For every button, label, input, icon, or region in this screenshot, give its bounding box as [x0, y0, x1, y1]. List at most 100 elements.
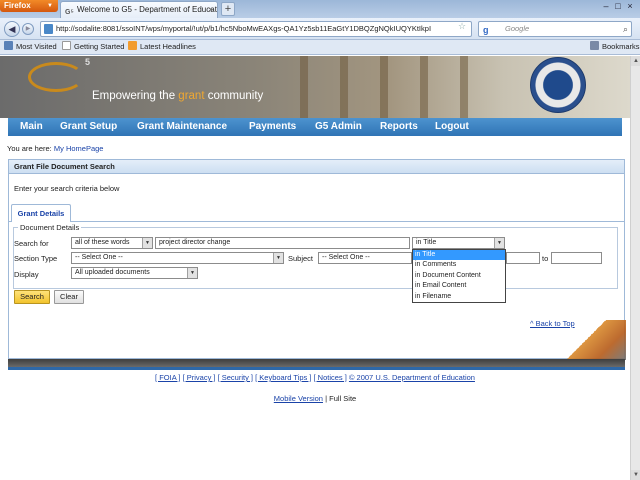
- menu-g5-admin[interactable]: G5 Admin: [315, 118, 362, 136]
- close-tab-icon[interactable]: ×: [208, 2, 213, 18]
- date-from-input[interactable]: [506, 252, 540, 264]
- footer-link-notices[interactable]: [ Notices ]: [314, 373, 347, 382]
- page-scrollbar[interactable]: ▲ ▼: [630, 56, 640, 480]
- section-type-select[interactable]: -- Select One -- ▼: [71, 252, 284, 264]
- browser-tab-bar: Firefox ▼ G⁵ Welcome to G5 - Department …: [0, 0, 640, 18]
- forward-icon[interactable]: ▶: [22, 23, 34, 35]
- browser-tab-title: Welcome to G5 - Department of Educatio..…: [77, 5, 218, 14]
- panel-title: Grant File Document Search: [9, 160, 624, 174]
- footer-link-privacy[interactable]: [ Privacy ]: [183, 373, 216, 382]
- browser-search-input[interactable]: g Google ⌕: [478, 21, 632, 37]
- scope-option-in-filename[interactable]: in Filename: [413, 292, 505, 302]
- footer-bar: [8, 359, 625, 367]
- firefox-menu-label: Firefox: [4, 1, 31, 10]
- search-scope-dropdown-list: in Title in Comments in Document Content…: [412, 249, 506, 303]
- menu-reports[interactable]: Reports: [380, 118, 418, 136]
- mobile-version-link[interactable]: Mobile Version: [274, 394, 323, 403]
- g5-logo: 5: [28, 57, 90, 92]
- bookmark-latest-headlines[interactable]: Latest Headlines: [128, 40, 196, 54]
- menu-grant-setup[interactable]: Grant Setup: [60, 118, 117, 136]
- search-scope-select[interactable]: in Title ▼: [412, 237, 505, 249]
- url-text: http://sodalite:8081/ssoINT/wps/myportal…: [56, 24, 432, 33]
- chevron-down-icon: ▼: [273, 253, 283, 263]
- search-button[interactable]: Search: [14, 290, 50, 304]
- menu-grant-maintenance[interactable]: Grant Maintenance: [137, 118, 227, 136]
- bookmark-getting-started[interactable]: Getting Started: [62, 40, 124, 54]
- site-version-switch: Mobile Version | Full Site: [0, 394, 630, 403]
- banner-decoration: [460, 56, 468, 118]
- banner-decoration: [340, 56, 348, 118]
- tab-divider: [9, 221, 624, 222]
- tab-grant-details[interactable]: Grant Details: [11, 204, 71, 222]
- maximize-icon[interactable]: □: [612, 1, 624, 11]
- search-text-value: project director change: [159, 239, 231, 246]
- page-icon: [62, 41, 71, 50]
- breadcrumb-prefix: You are here:: [7, 144, 52, 153]
- browser-tab[interactable]: G⁵ Welcome to G5 - Department of Educati…: [60, 1, 218, 18]
- scope-option-in-title[interactable]: in Title: [413, 250, 505, 261]
- match-mode-value: all of these words: [75, 239, 130, 246]
- subject-label: Subject: [288, 254, 314, 263]
- section-type-value: -- Select One --: [75, 254, 123, 261]
- scope-option-in-document-content[interactable]: in Document Content: [413, 271, 505, 281]
- banner-decoration: [300, 56, 308, 118]
- chevron-down-icon: ▼: [47, 3, 53, 9]
- bookmark-most-visited[interactable]: Most Visited: [4, 40, 57, 54]
- banner-decoration: [380, 56, 388, 118]
- bookmarks-toolbar: Most Visited Getting Started Latest Head…: [0, 40, 640, 55]
- subject-select[interactable]: -- Select One --: [318, 252, 412, 264]
- display-label: Display: [14, 270, 39, 279]
- page-viewport: 5 Empowering the grant community Main Gr…: [0, 56, 630, 480]
- date-to-input[interactable]: [551, 252, 602, 264]
- tagline-post: community: [204, 90, 264, 102]
- search-icon[interactable]: ⌕: [623, 22, 628, 36]
- breadcrumb: You are here: My HomePage: [7, 144, 103, 153]
- g5-banner: 5 Empowering the grant community: [0, 56, 630, 118]
- bookmarks-menu[interactable]: Bookmarks: [590, 40, 640, 54]
- tagline-highlight: grant: [178, 90, 205, 102]
- footer-link-foia[interactable]: [ FOIA ]: [155, 373, 180, 382]
- breadcrumb-home-link[interactable]: My HomePage: [54, 144, 104, 153]
- back-icon[interactable]: ◀: [4, 21, 20, 37]
- new-tab-button[interactable]: +: [221, 2, 235, 16]
- bookmark-label: Most Visited: [16, 42, 57, 51]
- bookmarks-icon: [590, 41, 599, 50]
- bookmark-label: Getting Started: [74, 42, 125, 51]
- fieldset-legend: Document Details: [18, 223, 82, 232]
- back-to-top-link[interactable]: ^ Back to Top: [530, 319, 575, 328]
- bookmark-star-icon[interactable]: ☆: [458, 21, 466, 32]
- url-bar[interactable]: http://sodalite:8081/ssoINT/wps/myportal…: [40, 21, 472, 37]
- display-select[interactable]: All uploaded documents ▼: [71, 267, 198, 279]
- banner-decoration: [420, 56, 428, 118]
- bookmarks-menu-label: Bookmarks: [602, 42, 640, 51]
- scroll-up-icon[interactable]: ▲: [631, 56, 640, 66]
- menu-payments[interactable]: Payments: [249, 118, 296, 136]
- scroll-down-icon[interactable]: ▼: [631, 470, 640, 480]
- scope-option-in-comments[interactable]: in Comments: [413, 260, 505, 270]
- footer-links: [ FOIA ] [ Privacy ] [ Security ] [ Keyb…: [0, 373, 630, 382]
- menu-main[interactable]: Main: [20, 118, 43, 136]
- search-scope-value: in Title: [416, 239, 437, 246]
- rss-feed-icon: [128, 41, 137, 50]
- firefox-menu-button[interactable]: Firefox ▼: [0, 0, 58, 12]
- site-identity-icon[interactable]: [44, 24, 53, 34]
- match-mode-select[interactable]: all of these words ▼: [71, 237, 153, 249]
- display-value: All uploaded documents: [75, 269, 150, 276]
- clear-button[interactable]: Clear: [54, 290, 84, 304]
- chevron-down-icon: ▼: [494, 238, 504, 248]
- google-icon[interactable]: g: [483, 23, 489, 37]
- scope-option-in-email-content[interactable]: in Email Content: [413, 281, 505, 291]
- close-window-icon[interactable]: ×: [624, 1, 636, 11]
- search-instructions: Enter your search criteria below: [14, 184, 120, 193]
- chevron-down-icon: ▼: [187, 268, 197, 278]
- minimize-icon[interactable]: –: [600, 1, 612, 11]
- browser-nav-bar: ◀ ▶ http://sodalite:8081/ssoINT/wps/mypo…: [0, 18, 640, 40]
- g5-logo-superscript: 5: [85, 57, 91, 67]
- banner-tagline: Empowering the grant community: [92, 90, 263, 102]
- to-label: to: [542, 254, 549, 263]
- menu-logout[interactable]: Logout: [435, 118, 469, 136]
- footer-link-security[interactable]: [ Security ]: [218, 373, 253, 382]
- footer-link-keyboard-tips[interactable]: [ Keyboard Tips ]: [255, 373, 311, 382]
- search-text-input[interactable]: project director change: [155, 237, 410, 249]
- footer-link-copyright[interactable]: © 2007 U.S. Department of Education: [349, 373, 475, 382]
